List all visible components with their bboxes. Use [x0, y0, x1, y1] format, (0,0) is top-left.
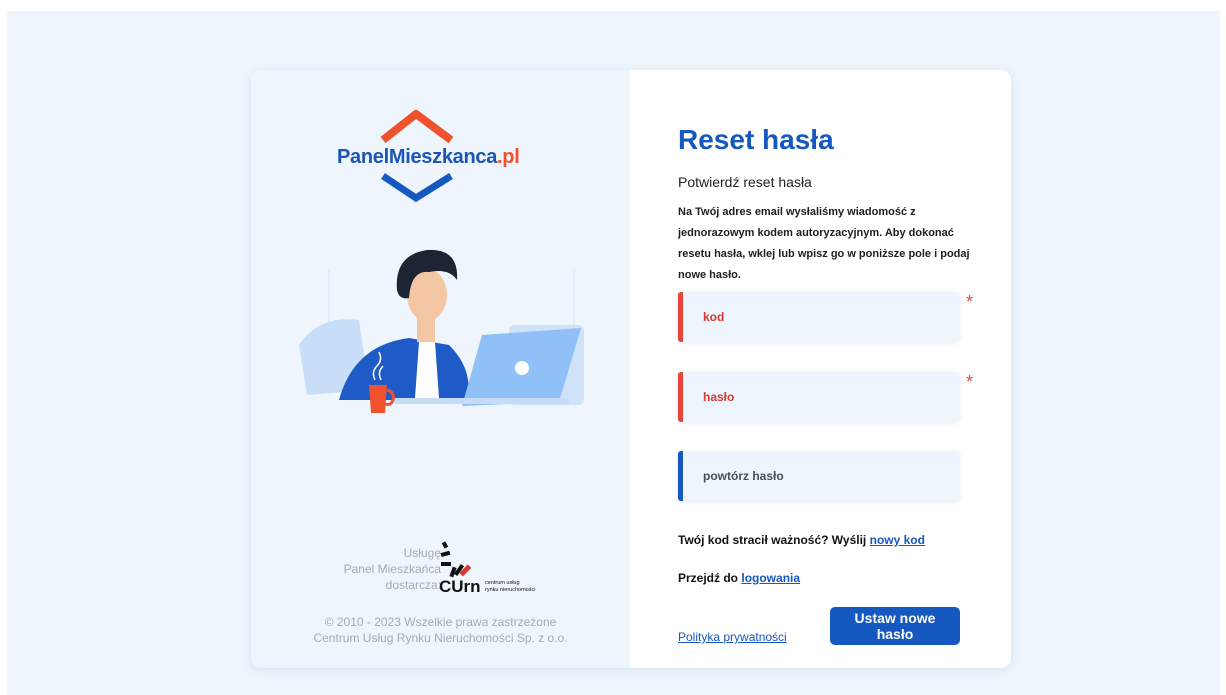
person-at-laptop-illustration — [299, 249, 584, 413]
provider-label-line1: Usługę — [403, 546, 441, 560]
curn-mark-icon — [440, 541, 472, 578]
provider-label-line3: dostarcza: — [385, 578, 441, 592]
curn-sub-line2: rynku nieruchomości — [485, 587, 535, 593]
form-description: Na Twój adres email wysłaliśmy wiadomość… — [678, 206, 970, 281]
code-field — [678, 292, 960, 342]
curn-logo-text: CUrn — [439, 577, 481, 596]
code-input[interactable] — [683, 292, 953, 342]
copyright-line2: Centrum Usług Rynku Nieruchomości Sp. z … — [313, 631, 568, 645]
reset-card: PanelMieszkanca.pl Usługę Panel Mieszkań… — [251, 70, 1011, 668]
reset-form-panel: Reset hasła Potwierdź reset hasła Na Twó… — [630, 70, 1011, 668]
provider-label: Usługę Panel Mieszkańca dostarcza: — [301, 545, 441, 593]
resend-code-text: Twój kod stracił ważność? Wyślij — [678, 533, 867, 547]
logo-suffix-text: .pl — [497, 146, 520, 168]
required-marker: * — [966, 372, 974, 392]
brand-logo: PanelMieszkanca.pl — [335, 108, 545, 204]
resend-code-link[interactable]: nowy kod — [870, 533, 925, 547]
copyright: © 2010 - 2023 Wszelkie prawa zastrzeżone… — [251, 614, 630, 646]
privacy-policy-link[interactable]: Polityka prywatności — [678, 630, 787, 644]
repeat-password-input[interactable] — [683, 451, 953, 501]
page-title: Reset hasła — [678, 124, 834, 155]
curn-logo: CUrn centrum usług rynku nieruchomości — [439, 541, 535, 596]
copyright-line1: © 2010 - 2023 Wszelkie prawa zastrzeżone — [324, 615, 557, 629]
go-to-login-line: Przejdź do logowania — [678, 571, 800, 585]
set-new-password-button[interactable]: Ustaw nowe hasło — [830, 607, 960, 645]
password-input[interactable] — [683, 372, 953, 422]
curn-sub-line1: centrum usług — [485, 580, 520, 586]
go-to-login-text: Przejdź do — [678, 571, 739, 585]
page-background: PanelMieszkanca.pl Usługę Panel Mieszkań… — [7, 11, 1220, 695]
logo-text: PanelMieszkanca.pl — [337, 146, 520, 169]
provider-label-line2: Panel Mieszkańca — [343, 562, 441, 576]
repeat-password-field — [678, 451, 960, 501]
password-field — [678, 372, 960, 422]
login-link[interactable]: logowania — [741, 571, 800, 585]
branding-panel: PanelMieszkanca.pl Usługę Panel Mieszkań… — [251, 70, 630, 668]
form-subtitle: Potwierdź reset hasła — [678, 174, 812, 190]
resend-code-line: Twój kod stracił ważność? Wyślij nowy ko… — [678, 533, 925, 547]
required-marker: * — [966, 292, 974, 312]
logo-main-text: PanelMieszkanca — [337, 146, 498, 168]
